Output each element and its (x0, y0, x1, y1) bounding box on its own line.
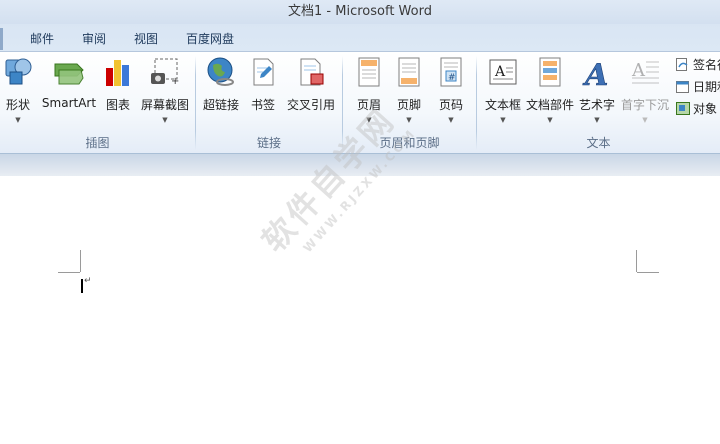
smartart-button[interactable]: SmartArt (40, 56, 98, 128)
group-label-header-footer: 页眉和页脚 (379, 136, 440, 150)
drop-cap-icon: A (629, 56, 661, 88)
window-title: 文档1 - Microsoft Word (288, 4, 432, 19)
chart-button[interactable]: 图表 (100, 56, 136, 128)
signature-line-button[interactable]: 签名行 (676, 56, 720, 74)
tab-baidu-netdisk[interactable]: 百度网盘 (186, 30, 234, 47)
crop-mark-right-vertical (636, 250, 637, 272)
svg-text:+: + (171, 76, 179, 87)
dropdown-arrow-icon: ▼ (642, 116, 648, 124)
dropdown-arrow-icon: ▼ (162, 116, 168, 124)
bookmark-icon (247, 56, 279, 88)
group-label-illustrations: 插图 (85, 136, 110, 150)
dropdown-arrow-icon: ▼ (594, 116, 600, 124)
hyperlink-button[interactable]: 超链接 (202, 56, 240, 128)
signature-line-label: 签名行 (693, 58, 720, 72)
quick-parts-label: 文档部件 (525, 98, 574, 112)
signature-icon (676, 58, 690, 71)
ribbon-tabs: 邮件 审阅 视图 百度网盘 (0, 24, 720, 52)
header-button[interactable]: 页眉 ▼ (351, 56, 387, 128)
document-page[interactable] (0, 176, 720, 444)
tab-view[interactable]: 视图 (134, 30, 158, 47)
text-cursor (81, 279, 83, 293)
screenshot-icon: + (149, 56, 181, 88)
ruler-band (0, 154, 720, 176)
page-number-label: 页码 (438, 98, 463, 112)
chart-label: 图表 (105, 98, 130, 112)
shapes-label: 形状 (5, 98, 30, 112)
screenshot-label: 屏幕截图 (140, 98, 189, 112)
hyperlink-label: 超链接 (202, 98, 239, 112)
text-box-button[interactable]: A 文本框 ▼ (481, 56, 525, 128)
footer-icon (393, 56, 425, 88)
page-number-button[interactable]: # 页码 ▼ (433, 56, 469, 128)
group-header-footer: 页眉 ▼ 页脚 ▼ # 页码 ▼ 页眉和页脚 (343, 52, 476, 153)
calendar-icon (676, 80, 690, 93)
bar-chart-icon (102, 56, 134, 88)
crop-mark-left-vertical (80, 250, 81, 272)
cross-reference-label: 交叉引用 (286, 98, 335, 112)
screenshot-button[interactable]: + 屏幕截图 ▼ (138, 56, 192, 128)
tab-edge (0, 28, 3, 50)
cross-reference-button[interactable]: 交叉引用 (284, 56, 338, 128)
shapes-icon (2, 56, 34, 88)
wordart-label: 艺术字 (578, 98, 615, 112)
group-illustrations: 形状 ▼ SmartArt 图表 + 屏幕截图 ▼ 插图 (0, 52, 195, 153)
footer-button[interactable]: 页脚 ▼ (391, 56, 427, 128)
svg-text:#: # (448, 73, 456, 83)
dropdown-arrow-icon: ▼ (547, 116, 553, 124)
header-icon (353, 56, 385, 88)
crop-mark-right-horizontal (637, 272, 659, 273)
group-links: 超链接 书签 交叉引用 链接 (196, 52, 342, 153)
wordart-button[interactable]: A 艺术字 ▼ (577, 56, 617, 128)
dropdown-arrow-icon: ▼ (448, 116, 454, 124)
bookmark-label: 书签 (250, 98, 275, 112)
svg-text:A: A (494, 64, 506, 80)
title-bar: 文档1 - Microsoft Word (0, 0, 720, 24)
footer-label: 页脚 (396, 98, 421, 112)
paragraph-mark-icon: ↵ (84, 276, 92, 286)
bookmark-button[interactable]: 书签 (246, 56, 280, 128)
cross-reference-icon (295, 56, 327, 88)
object-button[interactable]: 对象 (676, 100, 717, 118)
object-icon (676, 102, 690, 115)
tab-mailings[interactable]: 邮件 (30, 30, 54, 47)
date-time-label: 日期和 (693, 80, 720, 94)
text-box-icon: A (487, 56, 519, 88)
date-time-button[interactable]: 日期和 (676, 78, 720, 96)
ribbon: 形状 ▼ SmartArt 图表 + 屏幕截图 ▼ 插图 超链接 书签 交叉引用… (0, 52, 720, 154)
smartart-label: SmartArt (41, 96, 97, 110)
tab-review[interactable]: 审阅 (82, 30, 106, 47)
drop-cap-label: 首字下沉 (620, 98, 669, 112)
page-number-icon: # (435, 56, 467, 88)
smartart-icon (53, 56, 85, 88)
drop-cap-button[interactable]: A 首字下沉 ▼ (619, 56, 671, 128)
dropdown-arrow-icon: ▼ (15, 116, 21, 124)
shapes-button[interactable]: 形状 ▼ (0, 56, 36, 128)
quick-parts-icon (534, 56, 566, 88)
group-label-links: 链接 (256, 136, 281, 150)
object-label: 对象 (693, 102, 718, 116)
header-label: 页眉 (356, 98, 381, 112)
quick-parts-button[interactable]: 文档部件 ▼ (525, 56, 575, 128)
text-box-label: 文本框 (484, 98, 521, 112)
group-label-text: 文本 (586, 136, 611, 150)
crop-mark-left-horizontal (58, 272, 80, 273)
dropdown-arrow-icon: ▼ (366, 116, 372, 124)
globe-icon (205, 56, 237, 88)
dropdown-arrow-icon: ▼ (500, 116, 506, 124)
svg-text:A: A (582, 58, 608, 88)
wordart-icon: A (581, 56, 613, 94)
dropdown-arrow-icon: ▼ (406, 116, 412, 124)
